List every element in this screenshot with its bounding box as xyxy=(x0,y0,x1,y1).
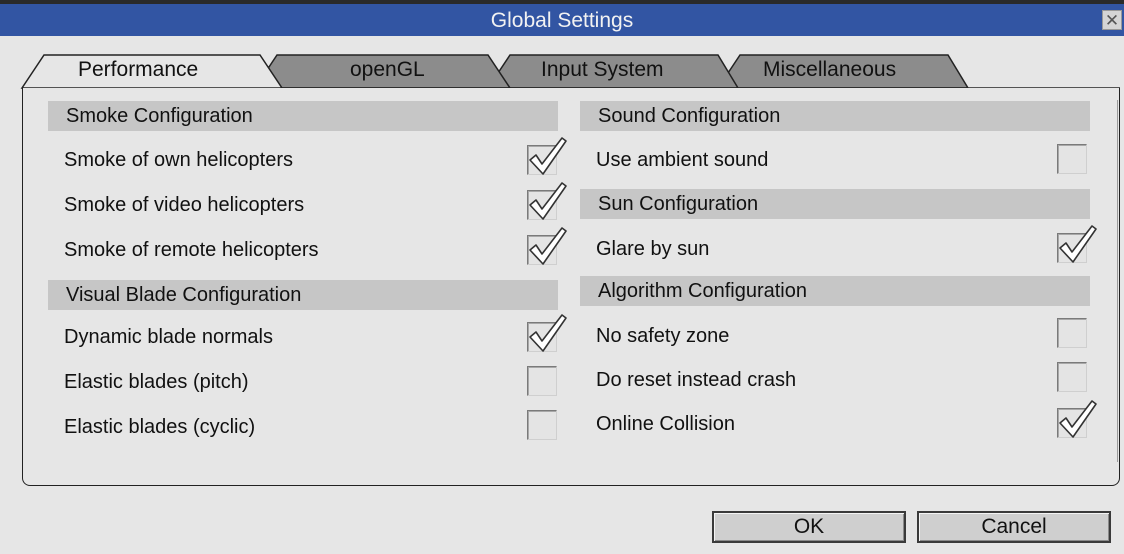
smoke-remote-checkbox[interactable] xyxy=(527,227,567,265)
ambient-sound-checkbox[interactable] xyxy=(1057,144,1087,174)
checkmark-icon xyxy=(529,137,567,175)
checkmark-icon xyxy=(529,314,567,352)
ok-button[interactable]: OK xyxy=(712,511,906,543)
no-safety-checkbox[interactable] xyxy=(1057,318,1087,348)
tab-miscellaneous[interactable]: Miscellaneous xyxy=(763,56,896,84)
tab-performance[interactable]: Performance xyxy=(78,56,198,84)
smoke-configuration-header: Smoke Configuration xyxy=(48,101,558,131)
smoke-video-label: Smoke of video helicopters xyxy=(64,194,305,216)
tab-opengl[interactable]: openGL xyxy=(350,56,425,84)
online-collision-label: Online Collision xyxy=(596,413,735,435)
algorithm-configuration-header: Algorithm Configuration xyxy=(580,276,1090,306)
reset-crash-label: Do reset instead crash xyxy=(596,369,797,391)
checkmark-icon xyxy=(1059,400,1097,438)
cancel-button[interactable]: Cancel xyxy=(917,511,1111,543)
elastic-cyclic-checkbox[interactable] xyxy=(527,410,557,440)
smoke-own-label: Smoke of own helicopters xyxy=(64,149,294,171)
glare-label: Glare by sun xyxy=(596,238,710,260)
reset-crash-checkbox[interactable] xyxy=(1057,362,1087,392)
tab-input-system[interactable]: Input System xyxy=(541,56,664,84)
title-bar: Global Settings ✕ xyxy=(0,0,1124,36)
sun-configuration-header: Sun Configuration xyxy=(580,189,1090,219)
elastic-pitch-label: Elastic blades (pitch) xyxy=(64,371,249,393)
no-safety-label: No safety zone xyxy=(596,325,730,347)
elastic-cyclic-label: Elastic blades (cyclic) xyxy=(64,416,256,438)
checkmark-icon xyxy=(529,227,567,265)
dynamic-normals-checkbox[interactable] xyxy=(527,314,567,352)
close-icon[interactable]: ✕ xyxy=(1102,10,1122,30)
smoke-own-checkbox[interactable] xyxy=(527,137,567,175)
glare-checkbox[interactable] xyxy=(1057,225,1097,263)
panel-scroll-track xyxy=(1117,100,1118,462)
visual-blade-configuration-header: Visual Blade Configuration xyxy=(48,280,558,310)
sound-configuration-header: Sound Configuration xyxy=(580,101,1090,131)
ambient-sound-label: Use ambient sound xyxy=(596,149,769,171)
checkmark-icon xyxy=(529,182,567,220)
online-collision-checkbox[interactable] xyxy=(1057,400,1097,438)
window-title: Global Settings xyxy=(490,9,634,32)
checkmark-icon xyxy=(1059,225,1097,263)
smoke-remote-label: Smoke of remote helicopters xyxy=(64,239,319,261)
elastic-pitch-checkbox[interactable] xyxy=(527,366,557,396)
dynamic-normals-label: Dynamic blade normals xyxy=(64,326,273,348)
smoke-video-checkbox[interactable] xyxy=(527,182,567,220)
